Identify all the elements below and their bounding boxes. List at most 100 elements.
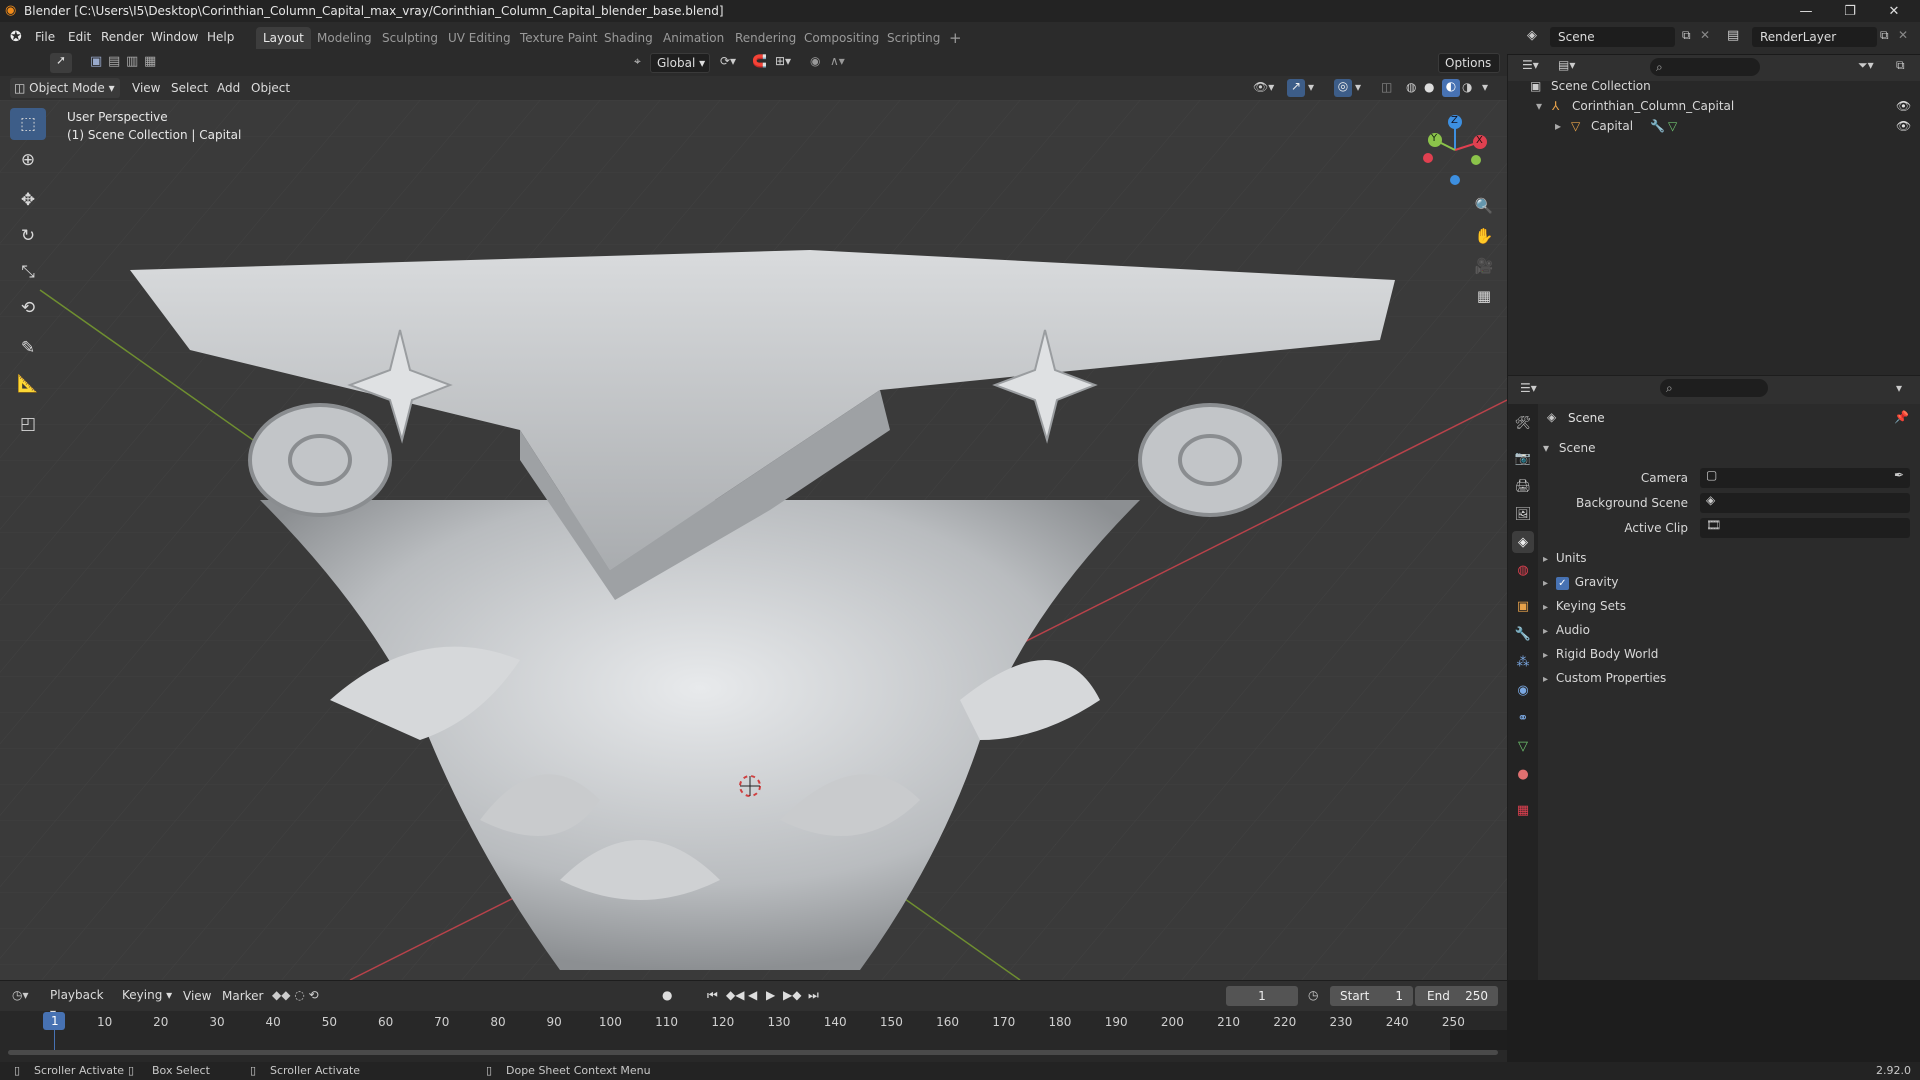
shading-solid-icon[interactable]: ● xyxy=(1424,80,1434,94)
constraints-tab-icon[interactable]: ⚭ xyxy=(1512,707,1534,729)
expand-arrow-icon[interactable]: ▸ xyxy=(1555,116,1561,136)
keyframe-icons[interactable]: ◆◆ ◌ ⟲ xyxy=(272,988,319,1002)
output-tab-icon[interactable]: 🖨 xyxy=(1512,475,1534,497)
start-frame-field[interactable]: Start 1 xyxy=(1330,986,1413,1006)
object-tab-icon[interactable]: ▣ xyxy=(1512,595,1534,617)
shading-wireframe-icon[interactable]: ◍ xyxy=(1406,80,1416,94)
scale-tool-icon[interactable]: ⤡ xyxy=(10,256,46,288)
add-workspace-icon[interactable]: + xyxy=(942,27,969,49)
proportional-editing-icon[interactable]: ◉ xyxy=(810,54,820,68)
transform-orientation-dropdown[interactable]: Global ▾ xyxy=(650,53,710,73)
properties-options-icon[interactable]: ▾ xyxy=(1896,381,1902,395)
render-tab-icon[interactable]: 📷 xyxy=(1512,447,1534,469)
tab-scripting[interactable]: Scripting xyxy=(880,27,947,49)
material-tab-icon[interactable]: ● xyxy=(1512,763,1534,785)
data-tab-icon[interactable]: ▽ xyxy=(1512,735,1534,757)
viewport-menu-select[interactable]: Select xyxy=(171,81,208,95)
jump-start-button[interactable]: ⏮ xyxy=(707,988,718,1003)
transform-tool-icon[interactable]: ⟲ xyxy=(10,292,46,324)
background-scene-field[interactable]: ◈ xyxy=(1700,493,1910,513)
blender-menu-icon[interactable]: ✪ xyxy=(10,29,22,45)
ortho-toggle-icon[interactable]: ▦ xyxy=(1470,282,1498,310)
timeline-editor-type-icon[interactable]: ◷▾ xyxy=(12,988,29,1002)
tool-tab-icon[interactable]: 🛠 xyxy=(1512,412,1534,434)
section-gravity[interactable]: ▸ ✓ Gravity xyxy=(1543,575,1619,590)
section-rigid-body-world[interactable]: ▸ Rigid Body World xyxy=(1543,647,1658,661)
camera-field[interactable]: ▢ ✒ xyxy=(1700,468,1910,488)
xray-toggle-icon[interactable]: ◫ xyxy=(1381,80,1392,94)
scene-browse-icon[interactable]: ◈ xyxy=(1527,28,1537,43)
jump-end-button[interactable]: ⏭ xyxy=(808,988,819,1003)
jump-keyframe-forward-button[interactable]: ▶◆ xyxy=(783,988,801,1002)
camera-view-icon[interactable]: 🎥 xyxy=(1470,252,1498,280)
expand-arrow-icon[interactable]: ▾ xyxy=(1536,96,1542,116)
add-cube-tool-icon[interactable]: ◰ xyxy=(10,408,46,440)
cursor-tool-icon[interactable]: ⊕ xyxy=(10,144,46,176)
visibility-eye-icon[interactable]: 👁 xyxy=(1896,116,1911,136)
measure-tool-icon[interactable]: 📐 xyxy=(10,368,46,400)
gizmo-toggle-icon[interactable]: ↗ xyxy=(1287,79,1305,97)
outliner-filter-icon[interactable]: ⏷▾ xyxy=(1858,58,1874,73)
world-tab-icon[interactable]: ◍ xyxy=(1512,559,1534,581)
snap-icon[interactable]: 🧲 xyxy=(752,54,767,68)
timeline-menu-view[interactable]: View xyxy=(183,989,211,1003)
visibility-eye-icon[interactable]: 👁 xyxy=(1896,96,1911,116)
modifier-tab-icon[interactable]: 🔧 xyxy=(1512,623,1534,645)
tab-modeling[interactable]: Modeling xyxy=(310,27,379,49)
properties-editor-type-icon[interactable]: ☰▾ xyxy=(1520,381,1537,395)
modifier-wrench-icon[interactable]: 🔧 xyxy=(1650,116,1665,136)
tab-layout[interactable]: Layout xyxy=(256,27,311,49)
outliner-row-collection[interactable]: ▾ ⅄ Corinthian_Column_Capital 👁 xyxy=(1508,96,1920,116)
preview-range-icon[interactable]: ◷ xyxy=(1308,988,1318,1002)
visibility-icon[interactable]: 👁▾ xyxy=(1253,80,1274,94)
navigation-gizmo[interactable]: Z X Y xyxy=(1420,110,1490,190)
shading-material-icon[interactable]: ◐ xyxy=(1442,79,1460,97)
options-dropdown[interactable]: Options ▾ xyxy=(1438,53,1500,88)
overlay-dropdown-icon[interactable]: ▾ xyxy=(1355,80,1361,94)
select-mode-subtract-icon[interactable]: ▥ xyxy=(126,54,138,69)
tab-compositing[interactable]: Compositing xyxy=(797,27,886,49)
tab-rendering[interactable]: Rendering xyxy=(728,27,803,49)
maximize-button[interactable]: ❐ xyxy=(1828,0,1872,22)
pin-icon[interactable]: 📌 xyxy=(1894,410,1909,424)
gizmo-dropdown-icon[interactable]: ▾ xyxy=(1308,80,1314,94)
pan-hand-icon[interactable]: ✋ xyxy=(1470,222,1498,250)
move-tool-icon[interactable]: ✥ xyxy=(10,184,46,216)
select-mode-extend-icon[interactable]: ▤ xyxy=(108,54,120,69)
delete-renderlayer-icon[interactable]: ✕ xyxy=(1898,28,1908,42)
outliner-editor-type-icon[interactable]: ☰▾ xyxy=(1522,58,1539,72)
keying-dropdown[interactable]: Keying ▾ xyxy=(116,986,174,1006)
viewport-menu-add[interactable]: Add xyxy=(217,81,240,95)
shading-rendered-icon[interactable]: ◑ xyxy=(1462,80,1472,94)
renderlayer-browse-icon[interactable]: ▤ xyxy=(1727,28,1739,43)
scene-field[interactable]: Scene xyxy=(1550,27,1675,47)
play-reverse-button[interactable]: ◀ xyxy=(748,988,757,1002)
scene-panel-header[interactable]: ▾ Scene xyxy=(1543,441,1913,463)
active-clip-field[interactable]: 🎞 xyxy=(1700,518,1910,538)
menu-file[interactable]: File xyxy=(35,30,55,44)
section-custom-properties[interactable]: ▸ Custom Properties xyxy=(1543,671,1666,685)
view-layer-tab-icon[interactable]: 🖼 xyxy=(1512,503,1534,525)
menu-render[interactable]: Render xyxy=(101,30,144,44)
gravity-checkbox[interactable]: ✓ xyxy=(1555,577,1569,590)
select-mode-intersect-icon[interactable]: ▦ xyxy=(144,54,156,69)
pivot-point-icon[interactable]: ⟳▾ xyxy=(720,54,736,68)
properties-search-input[interactable]: ⌕ xyxy=(1660,379,1768,397)
annotate-tool-icon[interactable]: ✎ xyxy=(10,332,46,364)
playback-dropdown[interactable]: Playback ▾ xyxy=(44,986,112,1020)
eyedropper-icon[interactable]: ✒ xyxy=(1894,468,1904,482)
tab-animation[interactable]: Animation xyxy=(656,27,731,49)
timeline-scrollbar[interactable] xyxy=(8,1050,1498,1055)
rotate-tool-icon[interactable]: ↻ xyxy=(10,220,46,252)
outliner-new-collection-icon[interactable]: ⧉ xyxy=(1896,58,1905,73)
proportional-falloff-icon[interactable]: ∧▾ xyxy=(830,54,845,68)
tab-texture-paint[interactable]: Texture Paint xyxy=(513,27,604,49)
tab-shading[interactable]: Shading xyxy=(597,27,660,49)
object-mode-dropdown[interactable]: ◫ Object Mode ▾ xyxy=(10,78,120,98)
select-tool-icon[interactable]: ➚ xyxy=(50,53,72,73)
snap-target-icon[interactable]: ⊞▾ xyxy=(775,54,791,68)
mesh-data-icon[interactable]: ▽ xyxy=(1668,116,1677,136)
new-renderlayer-icon[interactable]: ⧉ xyxy=(1880,28,1889,43)
select-box-tool-icon[interactable]: ⬚ xyxy=(10,108,46,140)
jump-keyframe-back-button[interactable]: ◆◀ xyxy=(726,988,744,1002)
